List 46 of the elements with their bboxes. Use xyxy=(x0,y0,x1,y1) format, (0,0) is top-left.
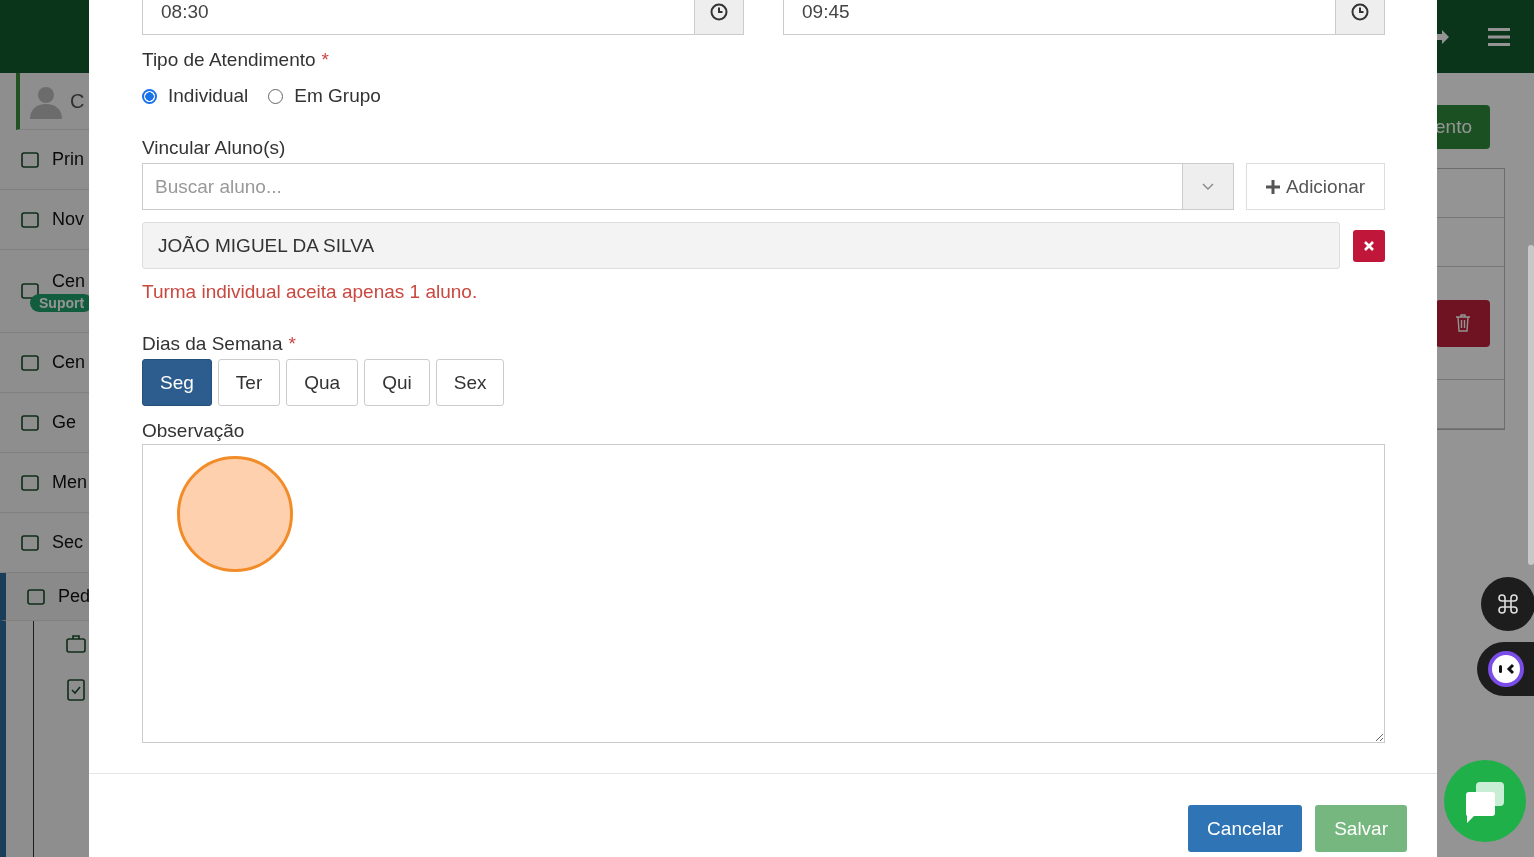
menu-item-icon xyxy=(20,281,40,301)
profile-name: C xyxy=(70,89,85,113)
plus-icon xyxy=(1265,179,1280,194)
briefcase-icon[interactable] xyxy=(66,635,86,653)
notes-field[interactable] xyxy=(142,444,1385,743)
end-time-field[interactable]: 09:45 xyxy=(783,0,1385,35)
menu-item-icon xyxy=(20,352,40,373)
field-label: Observação xyxy=(142,420,245,442)
menu-item-icon xyxy=(20,472,40,493)
day-toggle[interactable]: Qua xyxy=(286,359,359,406)
command-icon xyxy=(1496,592,1520,616)
add-button[interactable]: Adicionar xyxy=(1246,163,1385,210)
radio-button[interactable] xyxy=(142,88,157,104)
required-mark: * xyxy=(321,49,329,71)
day-toggle[interactable]: Sex xyxy=(435,359,505,406)
close-icon xyxy=(1364,240,1374,251)
assistant-button[interactable] xyxy=(1477,642,1534,696)
field-label: Vincular Aluno(s) xyxy=(142,137,286,159)
day-toggle[interactable]: Seg xyxy=(142,359,212,406)
field-label: Tipo de Atendimento xyxy=(142,49,316,71)
cancel-button[interactable]: Cancelar xyxy=(1188,805,1303,852)
radio-label[interactable]: Em Grupo xyxy=(294,85,381,107)
menu-item-icon xyxy=(20,209,40,230)
menu-item-icon xyxy=(20,532,40,553)
clock-icon xyxy=(1351,2,1369,21)
error-message: Turma individual aceita apenas 1 aluno. xyxy=(142,281,479,303)
menu-item-icon xyxy=(20,412,40,433)
required-mark: * xyxy=(288,333,296,355)
bot-face-icon xyxy=(1488,651,1524,687)
day-toggle[interactable]: Ter xyxy=(217,359,281,406)
scrollbar[interactable] xyxy=(1528,245,1534,565)
start-time-field[interactable]: 08:30 xyxy=(142,0,744,35)
chevron-down-icon xyxy=(1202,182,1214,191)
student-search-field[interactable]: Buscar aluno... xyxy=(142,163,1182,210)
menu-item-icon xyxy=(26,586,46,607)
delete-button[interactable] xyxy=(1436,299,1490,347)
trash-icon xyxy=(1455,314,1471,332)
radio-label[interactable]: Individual xyxy=(168,85,249,107)
student-entry: JOÃO MIGUEL DA SILVA xyxy=(142,222,1340,269)
menu-item-icon xyxy=(20,149,40,170)
clock-icon xyxy=(710,2,728,21)
menu-icon[interactable] xyxy=(1488,27,1510,46)
checklist-icon[interactable] xyxy=(66,679,86,701)
remove-button[interactable] xyxy=(1353,229,1385,262)
day-toggle[interactable]: Qui xyxy=(364,359,430,406)
field-label: Dias da Semana xyxy=(142,333,283,355)
